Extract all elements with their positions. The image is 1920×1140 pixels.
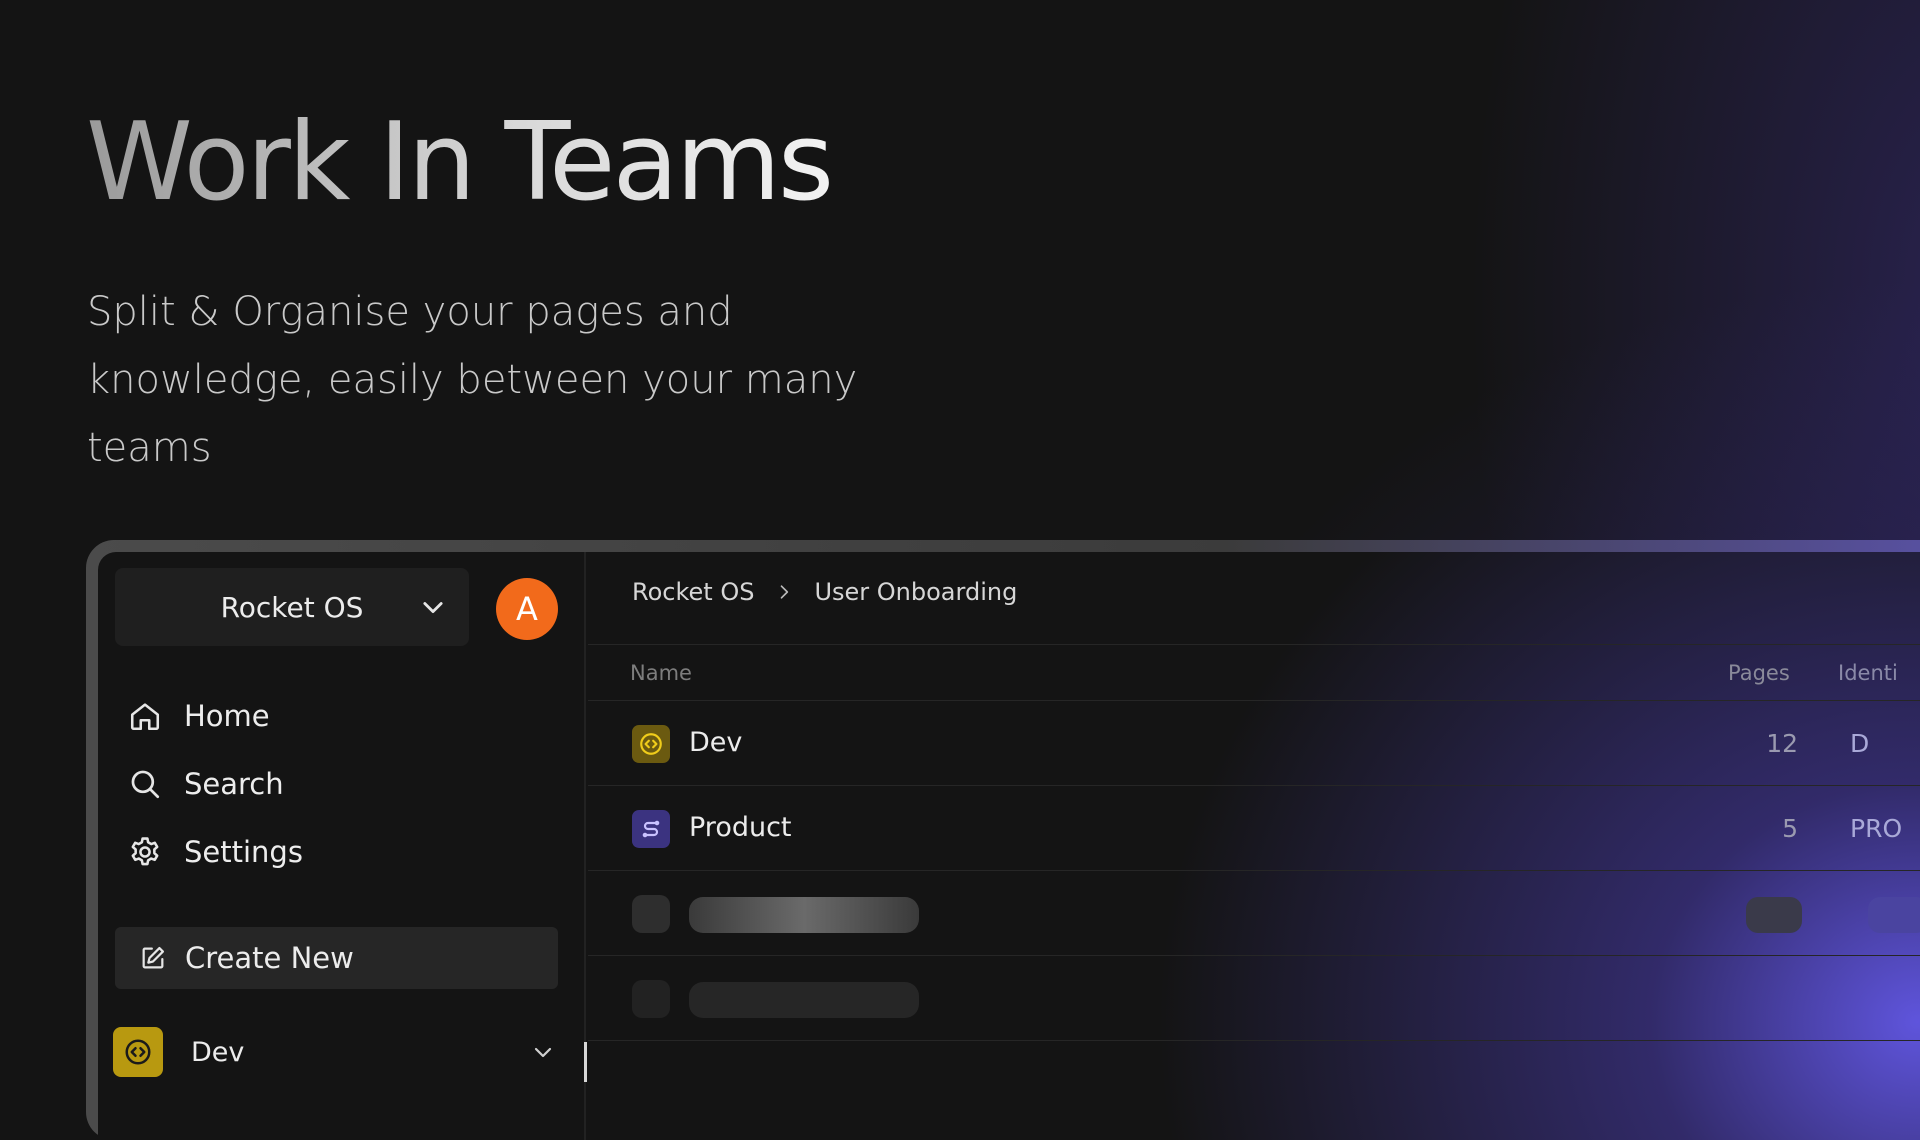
sidebar-nav: Home Search Settings [128,682,303,886]
row-pages: 12 [1766,729,1798,758]
search-icon [131,770,160,799]
sidebar: Rocket OS A Home Search Settings Create … [98,552,586,1140]
row-icon-box [632,725,670,763]
create-new-button[interactable]: Create New [115,927,558,989]
avatar[interactable]: A [496,578,558,640]
edit-icon [142,946,165,969]
chevron-right-icon [781,585,789,599]
column-header-identifier[interactable]: Identi [1838,661,1898,685]
column-header-pages[interactable]: Pages [1728,661,1790,685]
table-row[interactable]: Dev 12 D [588,701,1920,786]
chevron-down-icon [423,602,443,614]
row-name: Product [689,812,792,843]
create-new-label: Create New [185,941,354,975]
row-identifier: PRO [1850,814,1903,843]
sidebar-item-label: Search [184,767,284,801]
sidebar-resize-handle[interactable] [584,1042,587,1082]
breadcrumb: Rocket OS User Onboarding [632,578,1017,606]
skeleton-text [689,897,919,933]
sidebar-item-home[interactable]: Home [128,682,303,750]
hero-headline: Work In Teams [86,100,834,225]
home-icon [130,703,160,731]
team-badge [113,1027,163,1077]
app-preview-frame: Rocket OS A Home Search Settings Create … [86,540,1920,1140]
hero-subheadline: Split & Organise your pages and knowledg… [87,289,858,471]
gear-icon [131,837,159,866]
table-row[interactable]: Product 5 PRO [588,786,1920,871]
skeleton-icon [632,980,670,1018]
breadcrumb-item-workspace[interactable]: Rocket OS [632,578,754,606]
product-icon [642,820,660,838]
teams-table: Name Pages Identi Dev 12 D Product 5 PRO [588,645,1920,1041]
sidebar-item-settings[interactable]: Settings [128,818,303,886]
sidebar-team-dev[interactable]: Dev [113,1026,563,1078]
skeleton-row [588,956,1920,1041]
skeleton-pages [1746,897,1802,933]
sidebar-item-search[interactable]: Search [128,750,303,818]
team-label: Dev [191,1036,245,1068]
main-content: Rocket OS User Onboarding Name Pages Ide… [588,552,1920,1140]
skeleton-row [588,871,1920,956]
skeleton-icon [632,895,670,933]
row-pages: 5 [1782,814,1798,843]
code-icon [125,1039,151,1065]
skeleton-identifier [1868,897,1920,933]
sidebar-item-label: Settings [184,835,303,869]
row-identifier: D [1850,729,1870,758]
app-window: Rocket OS A Home Search Settings Create … [98,552,1920,1140]
table-header: Name Pages Identi [588,645,1920,701]
row-name: Dev [689,727,743,758]
code-icon [640,733,662,755]
workspace-name: Rocket OS [220,590,364,624]
chevron-down-icon [534,1047,552,1058]
skeleton-text [689,982,919,1018]
column-header-name[interactable]: Name [630,661,692,685]
sidebar-item-label: Home [184,699,270,733]
breadcrumb-item-current[interactable]: User Onboarding [814,578,1017,606]
workspace-switcher[interactable]: Rocket OS [115,568,469,646]
row-icon-box [632,810,670,848]
